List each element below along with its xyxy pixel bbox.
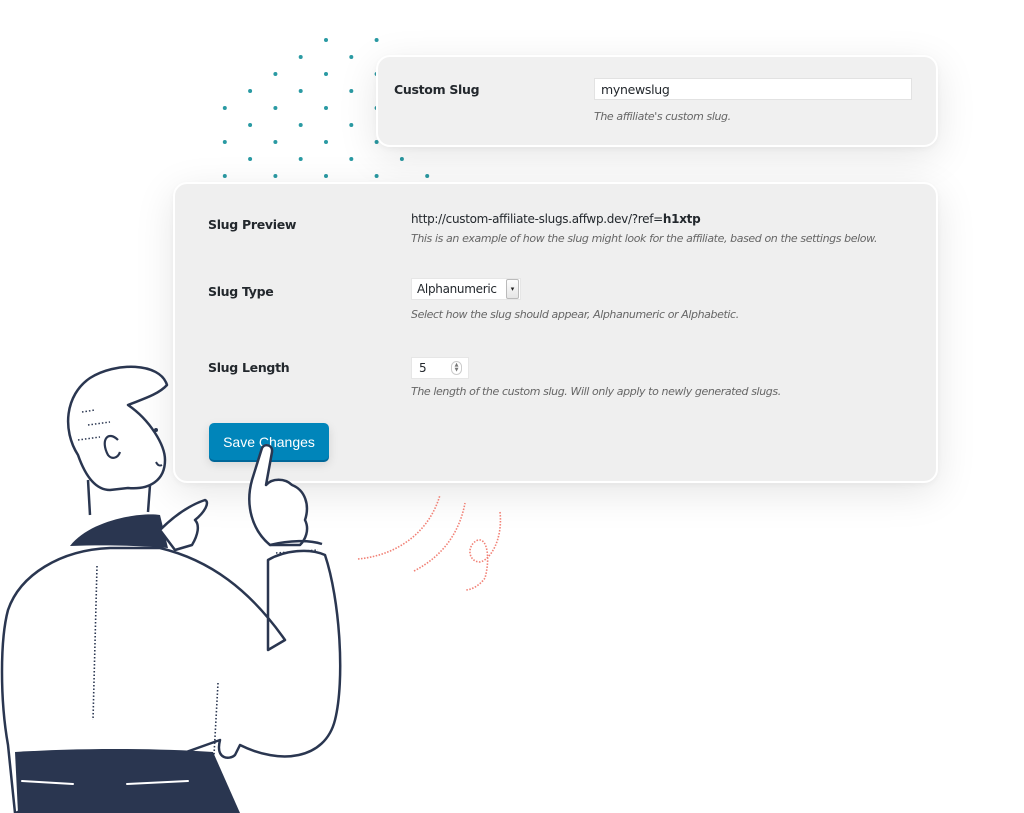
pattern-dot (349, 55, 354, 59)
shirt-seam (213, 682, 219, 756)
motion-line (464, 511, 502, 591)
pattern-dot (222, 106, 227, 110)
pattern-dot (298, 55, 303, 59)
spin-down-icon[interactable]: ▼ (455, 368, 459, 373)
slug-preview-ref: h1xtp (662, 212, 701, 226)
pocket-line (126, 780, 189, 785)
left-hand (158, 498, 209, 552)
pattern-dot (349, 89, 354, 93)
head (66, 365, 169, 492)
shirt-seam (92, 565, 98, 721)
pattern-dot (425, 174, 430, 178)
pattern-dot (222, 140, 227, 144)
shirt (0, 546, 342, 813)
slug-preview-label: Slug Preview (208, 217, 297, 232)
motion-lines (357, 494, 502, 591)
pocket-line (21, 780, 74, 785)
mouth (155, 461, 163, 467)
custom-slug-card: Custom Slug The affiliate's custom slug. (376, 55, 938, 147)
pattern-dot (222, 174, 227, 178)
collar (70, 514, 168, 548)
slug-length-input[interactable]: 5 ▲ ▼ (411, 357, 469, 379)
pattern-dot (273, 106, 278, 110)
slug-settings-card: Slug Preview http://custom-affiliate-slu… (173, 182, 938, 483)
slug-type-description: Select how the slug should appear, Alpha… (411, 308, 739, 321)
pattern-dot (273, 72, 278, 76)
pattern-dot (298, 157, 303, 161)
slug-type-select[interactable]: Alphanumeric ▾ (411, 278, 521, 300)
pattern-dot (298, 89, 303, 93)
slug-preview-description: This is an example of how the slug might… (411, 232, 878, 245)
slug-length-value: 5 (419, 361, 427, 375)
pants (15, 749, 240, 813)
pattern-dot (324, 174, 328, 178)
pattern-dot (349, 123, 354, 127)
slug-preview-url-prefix: http://custom-affiliate-slugs.affwp.dev/… (411, 212, 663, 226)
slug-type-label: Slug Type (208, 284, 274, 299)
slug-length-label: Slug Length (208, 360, 290, 375)
hair-detail (77, 409, 111, 441)
cuff-stitch (275, 549, 319, 554)
motion-line (413, 502, 466, 572)
pattern-dot (248, 157, 253, 161)
neck (86, 479, 152, 516)
custom-slug-label: Custom Slug (394, 82, 480, 97)
eye (154, 428, 158, 432)
pattern-dot (273, 174, 278, 178)
ear (103, 434, 122, 459)
pattern-dot (374, 38, 379, 42)
number-spinner[interactable]: ▲ ▼ (451, 361, 462, 375)
save-changes-button[interactable]: Save Changes (209, 423, 329, 460)
pattern-dot (324, 38, 328, 42)
pattern-dot (248, 123, 253, 127)
slug-type-selected: Alphanumeric (417, 282, 497, 296)
pattern-dot (248, 89, 253, 93)
pattern-dot (349, 157, 354, 161)
custom-slug-input[interactable] (594, 78, 912, 100)
motion-line (357, 494, 441, 560)
pattern-dot (399, 157, 404, 161)
pattern-dot (374, 174, 379, 178)
pattern-dot (298, 123, 303, 127)
pattern-dot (324, 72, 328, 76)
pattern-dot (324, 140, 328, 144)
pattern-dot (324, 106, 328, 110)
slug-length-description: The length of the custom slug. Will only… (411, 385, 781, 398)
slug-preview-url: http://custom-affiliate-slugs.affwp.dev/… (411, 212, 701, 226)
custom-slug-description: The affiliate's custom slug. (594, 110, 731, 123)
chevron-down-icon[interactable]: ▾ (506, 279, 519, 299)
sleeve-cuff (269, 539, 323, 547)
pattern-dot (273, 140, 278, 144)
